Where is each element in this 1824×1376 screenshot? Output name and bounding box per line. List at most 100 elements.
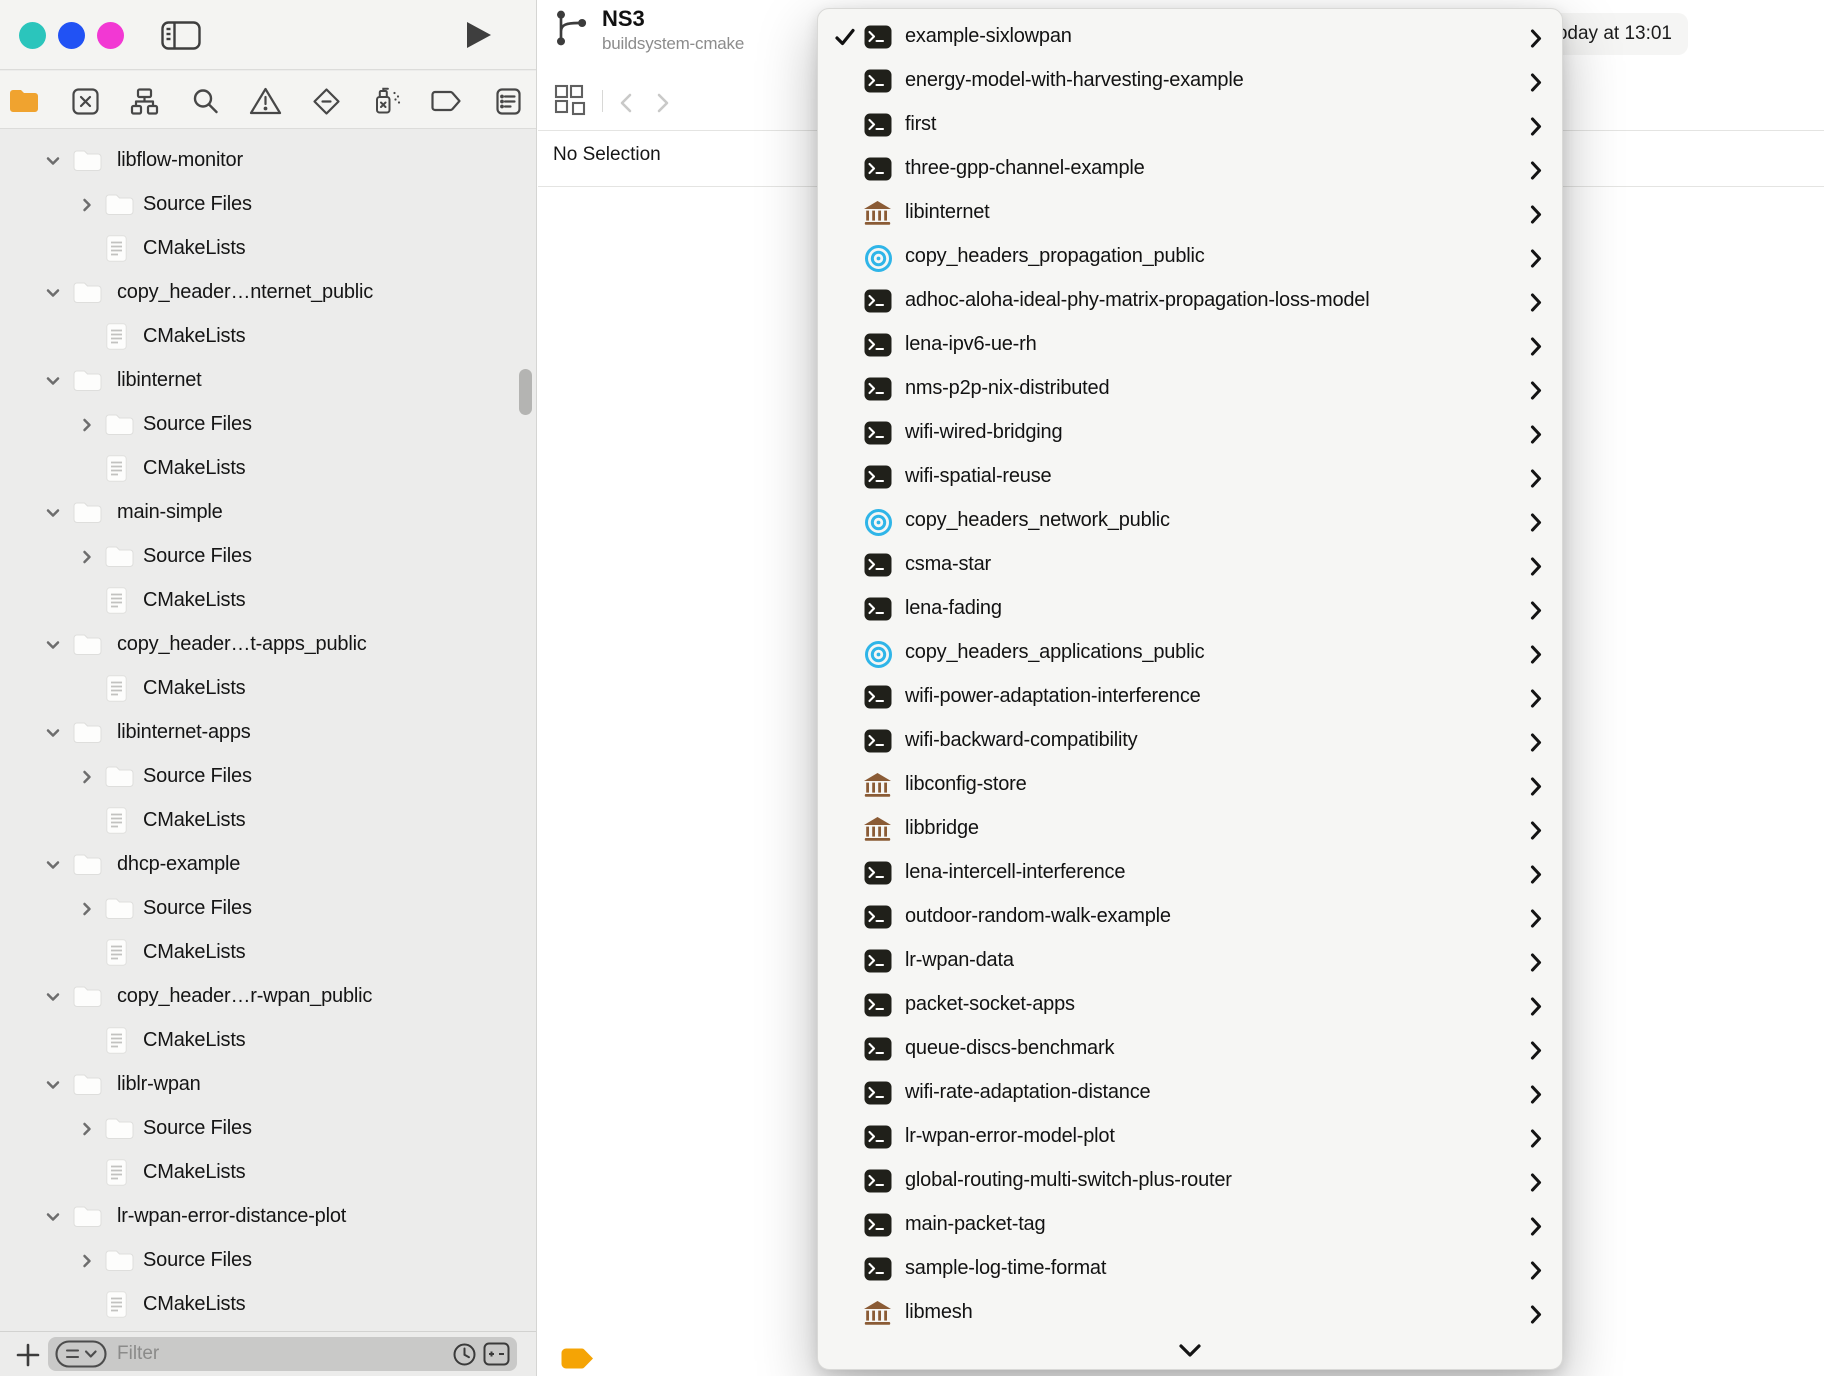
- disclosure-expanded-icon[interactable]: [45, 637, 61, 658]
- disclosure-collapsed-icon[interactable]: [79, 769, 95, 790]
- scheme-menu-item[interactable]: nms-p2p-nix-distributed: [818, 368, 1562, 412]
- project-navigator-row[interactable]: CMakeLists: [0, 1283, 536, 1327]
- scheme-menu-item[interactable]: sample-log-time-format: [818, 1248, 1562, 1292]
- scheme-menu-item[interactable]: first: [818, 104, 1562, 148]
- scheme-menu-item[interactable]: lr-wpan-error-model-plot: [818, 1116, 1562, 1160]
- scheme-menu-item[interactable]: example-sixlowpan: [818, 16, 1562, 60]
- navigator-tab-symbols[interactable]: [127, 85, 161, 117]
- disclosure-expanded-icon[interactable]: [45, 1077, 61, 1098]
- scheme-menu-item[interactable]: global-routing-multi-switch-plus-router: [818, 1160, 1562, 1204]
- add-button[interactable]: [14, 1341, 42, 1369]
- scheme-menu-item[interactable]: libconfig-store: [818, 764, 1562, 808]
- run-button[interactable]: [466, 21, 492, 54]
- project-navigator-row[interactable]: dhcp-example: [0, 843, 536, 887]
- navigator-tab-reports[interactable]: [491, 85, 525, 117]
- navigator-tab-debug[interactable]: [369, 85, 403, 117]
- project-navigator-row[interactable]: CMakeLists: [0, 579, 536, 623]
- project-navigator-row[interactable]: CMakeLists: [0, 315, 536, 359]
- project-navigator-row[interactable]: Source Files: [0, 1107, 536, 1151]
- minimize-button[interactable]: [58, 22, 85, 49]
- scheme-subtitle[interactable]: buildsystem-cmake: [602, 34, 744, 54]
- scheme-menu-item[interactable]: libmesh: [818, 1292, 1562, 1336]
- navigator-tab-find[interactable]: [188, 85, 222, 117]
- disclosure-collapsed-icon[interactable]: [79, 417, 95, 438]
- disclosure-expanded-icon[interactable]: [45, 725, 61, 746]
- sidebar-toggle-icon[interactable]: [161, 21, 201, 55]
- scheme-menu-item[interactable]: wifi-rate-adaptation-distance: [818, 1072, 1562, 1116]
- filter-field[interactable]: [48, 1337, 517, 1371]
- disclosure-expanded-icon[interactable]: [45, 153, 61, 174]
- recent-clock-icon[interactable]: [452, 1342, 477, 1367]
- navigator-tab-tests[interactable]: [309, 85, 343, 117]
- zoom-button[interactable]: [97, 22, 124, 49]
- related-items-icon[interactable]: [553, 83, 589, 122]
- project-navigator-row[interactable]: CMakeLists: [0, 227, 536, 271]
- project-navigator-row[interactable]: copy_header…nternet_public: [0, 271, 536, 315]
- project-navigator-row[interactable]: CMakeLists: [0, 799, 536, 843]
- disclosure-collapsed-icon[interactable]: [79, 1253, 95, 1274]
- scheme-menu-item[interactable]: csma-star: [818, 544, 1562, 588]
- scheme-menu-item[interactable]: queue-discs-benchmark: [818, 1028, 1562, 1072]
- project-navigator-row[interactable]: libinternet: [0, 359, 536, 403]
- scheme-menu-item[interactable]: lena-intercell-interference: [818, 852, 1562, 896]
- navigator-tab-tags[interactable]: [429, 85, 463, 117]
- project-navigator-row[interactable]: copy_header…t-apps_public: [0, 623, 536, 667]
- scheme-menu-item[interactable]: lena-fading: [818, 588, 1562, 632]
- scheme-menu-item[interactable]: three-gpp-channel-example: [818, 148, 1562, 192]
- scheme-menu-item[interactable]: wifi-wired-bridging: [818, 412, 1562, 456]
- scheme-menu-item[interactable]: wifi-backward-compatibility: [818, 720, 1562, 764]
- navigator-tab-changes[interactable]: [68, 85, 102, 117]
- project-navigator-row[interactable]: CMakeLists: [0, 447, 536, 491]
- project-navigator-row[interactable]: Source Files: [0, 1239, 536, 1283]
- project-navigator-row[interactable]: Source Files: [0, 403, 536, 447]
- close-button[interactable]: [19, 22, 46, 49]
- project-navigator-row[interactable]: CMakeLists: [0, 931, 536, 975]
- disclosure-collapsed-icon[interactable]: [79, 549, 95, 570]
- scheme-title[interactable]: NS3: [602, 6, 645, 32]
- disclosure-expanded-icon[interactable]: [45, 373, 61, 394]
- disclosure-collapsed-icon[interactable]: [79, 1121, 95, 1142]
- disclosure-collapsed-icon[interactable]: [79, 197, 95, 218]
- project-navigator-row[interactable]: copy_header…r-wpan_public: [0, 975, 536, 1019]
- scheme-menu-item[interactable]: energy-model-with-harvesting-example: [818, 60, 1562, 104]
- project-navigator-row[interactable]: Source Files: [0, 887, 536, 931]
- menu-scroll-down-icon[interactable]: [818, 1343, 1562, 1358]
- scheme-menu-item[interactable]: wifi-spatial-reuse: [818, 456, 1562, 500]
- project-navigator-row[interactable]: lr-wpan-error-distance-plot: [0, 1195, 536, 1239]
- scheme-menu-item[interactable]: wifi-power-adaptation-interference: [818, 676, 1562, 720]
- scheme-menu-item[interactable]: copy_headers_network_public: [818, 500, 1562, 544]
- disclosure-expanded-icon[interactable]: [45, 857, 61, 878]
- scheme-menu-item[interactable]: lena-ipv6-ue-rh: [818, 324, 1562, 368]
- project-navigator-row[interactable]: CMakeLists: [0, 1019, 536, 1063]
- forward-button[interactable]: [655, 92, 671, 119]
- project-navigator-row[interactable]: Source Files: [0, 535, 536, 579]
- disclosure-expanded-icon[interactable]: [45, 1209, 61, 1230]
- scheme-menu-item[interactable]: outdoor-random-walk-example: [818, 896, 1562, 940]
- project-navigator-row[interactable]: CMakeLists: [0, 667, 536, 711]
- project-navigator-row[interactable]: CMakeLists: [0, 1151, 536, 1195]
- filter-input[interactable]: [115, 1342, 446, 1366]
- filter-options-icon[interactable]: [55, 1340, 107, 1368]
- scheme-menu-item[interactable]: copy_headers_applications_public: [818, 632, 1562, 676]
- disclosure-expanded-icon[interactable]: [45, 989, 61, 1010]
- bookmark-tag-icon[interactable]: [561, 1348, 594, 1374]
- scheme-menu-item[interactable]: main-packet-tag: [818, 1204, 1562, 1248]
- disclosure-expanded-icon[interactable]: [45, 285, 61, 306]
- scheme-menu-item[interactable]: copy_headers_propagation_public: [818, 236, 1562, 280]
- project-navigator-row[interactable]: liblr-wpan: [0, 1063, 536, 1107]
- project-navigator-row[interactable]: Source Files: [0, 183, 536, 227]
- scheme-menu-item[interactable]: packet-socket-apps: [818, 984, 1562, 1028]
- scheme-menu-item[interactable]: libbridge: [818, 808, 1562, 852]
- navigator-tab-issues[interactable]: [248, 85, 282, 117]
- navigator-tab-project-selected[interactable]: [7, 85, 41, 117]
- project-navigator-row[interactable]: Source Files: [0, 755, 536, 799]
- disclosure-expanded-icon[interactable]: [45, 505, 61, 526]
- back-button[interactable]: [618, 92, 634, 119]
- add-remove-box-icon[interactable]: [483, 1342, 510, 1366]
- project-navigator-row[interactable]: main-simple: [0, 491, 536, 535]
- disclosure-collapsed-icon[interactable]: [79, 901, 95, 922]
- project-navigator-row[interactable]: libinternet-apps: [0, 711, 536, 755]
- project-navigator-row[interactable]: libflow-monitor: [0, 139, 536, 183]
- scheme-menu-item[interactable]: adhoc-aloha-ideal-phy-matrix-propagation…: [818, 280, 1562, 324]
- scheme-menu-item[interactable]: libinternet: [818, 192, 1562, 236]
